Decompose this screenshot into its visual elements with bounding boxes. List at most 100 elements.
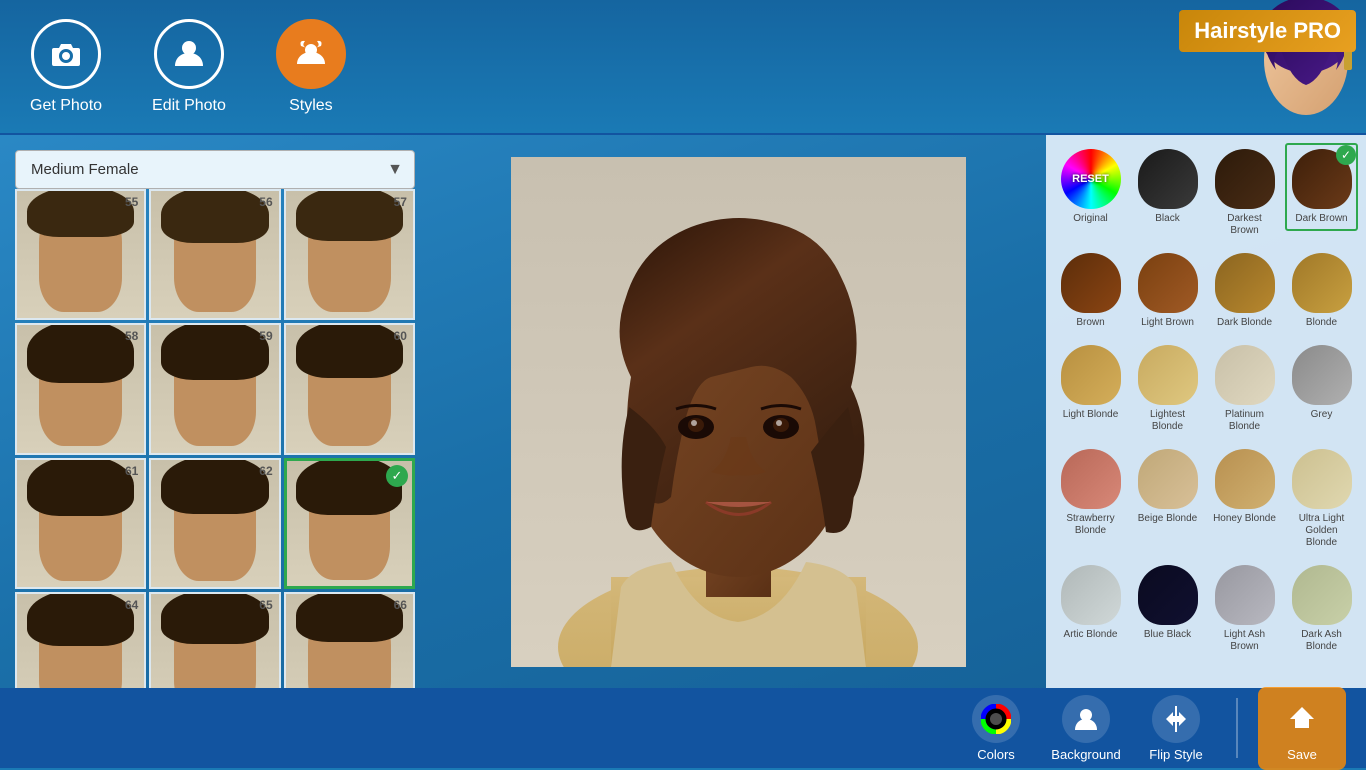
- color-lightest-blonde[interactable]: Lightest Blonde: [1131, 339, 1204, 439]
- logo-area: Hairstyle PRO: [1086, 0, 1366, 135]
- nav-edit-photo-label: Edit Photo: [152, 97, 226, 115]
- beige-swatch: [1138, 449, 1198, 509]
- color-light-blonde-wrap: Light Blonde: [1054, 339, 1127, 439]
- style-grid: 55 56 57 58: [15, 189, 415, 688]
- color-beige[interactable]: Beige Blonde: [1131, 443, 1204, 531]
- color-black-wrap: Black: [1131, 143, 1204, 243]
- style-item-63[interactable]: ✓: [284, 458, 415, 589]
- photo-preview: [511, 157, 966, 667]
- selected-checkmark: ✓: [386, 465, 408, 487]
- nav-get-photo-label: Get Photo: [30, 97, 102, 115]
- style-category-select[interactable]: Medium Female Short Female Long Female S…: [15, 150, 415, 189]
- style-item-61[interactable]: 61: [15, 458, 146, 589]
- color-ultra-wrap: Ultra Light Golden Blonde: [1285, 443, 1358, 555]
- reset-swatch: RESET: [1061, 149, 1121, 209]
- flip-label: Flip Style: [1149, 747, 1202, 762]
- color-black[interactable]: Black: [1131, 143, 1204, 231]
- style-panel: Medium Female Short Female Long Female S…: [0, 135, 430, 688]
- toolbar-divider: [1236, 698, 1238, 758]
- save-label: Save: [1287, 747, 1317, 762]
- color-platinum-label: Platinum Blonde: [1212, 409, 1277, 433]
- color-darkest-brown[interactable]: Darkest Brown: [1208, 143, 1281, 243]
- style-item-55[interactable]: 55: [15, 189, 146, 320]
- color-ultra-light[interactable]: Ultra Light Golden Blonde: [1285, 443, 1358, 555]
- color-brown[interactable]: Brown: [1054, 247, 1127, 335]
- color-original[interactable]: RESET Original: [1054, 143, 1127, 231]
- style-item-64[interactable]: 64: [15, 592, 146, 688]
- color-platinum-wrap: Platinum Blonde: [1208, 339, 1281, 439]
- nav-get-photo[interactable]: Get Photo: [30, 19, 102, 115]
- color-grey[interactable]: Grey: [1285, 339, 1358, 427]
- color-honey[interactable]: Honey Blonde: [1208, 443, 1281, 531]
- nav-styles[interactable]: Styles: [276, 19, 346, 115]
- grey-swatch: [1292, 345, 1352, 405]
- hairstyle-icon: [276, 19, 346, 89]
- style-item-59[interactable]: 59: [149, 323, 280, 454]
- blonde-swatch: [1292, 253, 1352, 313]
- app-title: Hairstyle PRO: [1179, 10, 1356, 52]
- color-dark-brown-label: Dark Brown: [1295, 213, 1347, 225]
- color-strawberry-label: Strawberry Blonde: [1058, 513, 1123, 537]
- color-honey-label: Honey Blonde: [1213, 513, 1276, 525]
- color-grey-label: Grey: [1311, 409, 1333, 421]
- color-dark-ash[interactable]: Dark Ash Blonde: [1285, 559, 1358, 659]
- style-item-60[interactable]: 60: [284, 323, 415, 454]
- color-light-blonde[interactable]: Light Blonde: [1054, 339, 1127, 427]
- flip-style-button[interactable]: Flip Style: [1136, 690, 1216, 767]
- background-icon: [1062, 695, 1110, 743]
- save-icon: [1278, 695, 1326, 743]
- background-label: Background: [1051, 747, 1120, 762]
- header: Get Photo Edit Photo Styles Hairstyle PR…: [0, 0, 1366, 135]
- color-original-wrap: RESET Original: [1054, 143, 1127, 243]
- color-grid: RESET Original Black Darkest Brown: [1054, 143, 1358, 659]
- color-darkest-brown-label: Darkest Brown: [1212, 213, 1277, 237]
- camera-icon: [31, 19, 101, 89]
- color-dark-blonde-label: Dark Blonde: [1217, 317, 1272, 329]
- color-black-label: Black: [1155, 213, 1179, 225]
- colors-label: Colors: [977, 747, 1015, 762]
- color-ultra-light-label: Ultra Light Golden Blonde: [1289, 513, 1354, 549]
- style-item-62[interactable]: 62: [149, 458, 280, 589]
- color-light-brown-label: Light Brown: [1141, 317, 1194, 329]
- color-light-brown[interactable]: Light Brown: [1131, 247, 1204, 335]
- color-original-label: Original: [1073, 213, 1107, 225]
- color-strawberry[interactable]: Strawberry Blonde: [1054, 443, 1127, 543]
- lightest-blonde-swatch: [1138, 345, 1198, 405]
- color-beige-wrap: Beige Blonde: [1131, 443, 1204, 555]
- color-dark-brown-wrap: Dark Brown ✓: [1285, 143, 1358, 243]
- blue-black-swatch: [1138, 565, 1198, 625]
- color-lightest-blonde-label: Lightest Blonde: [1135, 409, 1200, 433]
- color-artic[interactable]: Artic Blonde: [1054, 559, 1127, 647]
- color-brown-label: Brown: [1076, 317, 1104, 329]
- style-item-58[interactable]: 58: [15, 323, 146, 454]
- color-blue-black-label: Blue Black: [1144, 629, 1191, 641]
- color-light-ash-wrap: Light Ash Brown: [1208, 559, 1281, 659]
- color-dark-ash-label: Dark Ash Blonde: [1289, 629, 1354, 653]
- color-platinum[interactable]: Platinum Blonde: [1208, 339, 1281, 439]
- colors-icon: [972, 695, 1020, 743]
- honey-swatch: [1215, 449, 1275, 509]
- light-ash-swatch: [1215, 565, 1275, 625]
- platinum-swatch: [1215, 345, 1275, 405]
- style-category-dropdown-wrapper[interactable]: Medium Female Short Female Long Female S…: [15, 150, 415, 189]
- nav-edit-photo[interactable]: Edit Photo: [152, 19, 226, 115]
- style-item-56[interactable]: 56: [149, 189, 280, 320]
- strawberry-swatch: [1061, 449, 1121, 509]
- color-darkest-brown-wrap: Darkest Brown: [1208, 143, 1281, 243]
- color-dark-blonde[interactable]: Dark Blonde: [1208, 247, 1281, 335]
- background-button[interactable]: Background: [1046, 690, 1126, 767]
- style-item-65[interactable]: 65: [149, 592, 280, 688]
- color-light-blonde-label: Light Blonde: [1063, 409, 1119, 421]
- style-item-57[interactable]: 57: [284, 189, 415, 320]
- color-blonde[interactable]: Blonde: [1285, 247, 1358, 335]
- dark-ash-swatch: [1292, 565, 1352, 625]
- style-item-66[interactable]: 66: [284, 592, 415, 688]
- color-artic-wrap: Artic Blonde: [1054, 559, 1127, 659]
- color-blue-black[interactable]: Blue Black: [1131, 559, 1204, 647]
- colors-button[interactable]: Colors: [956, 690, 1036, 767]
- color-blonde-wrap: Blonde: [1285, 247, 1358, 335]
- color-dark-blonde-wrap: Dark Blonde: [1208, 247, 1281, 335]
- main-content: Medium Female Short Female Long Female S…: [0, 135, 1366, 688]
- color-light-ash[interactable]: Light Ash Brown: [1208, 559, 1281, 659]
- save-button[interactable]: Save: [1258, 687, 1346, 770]
